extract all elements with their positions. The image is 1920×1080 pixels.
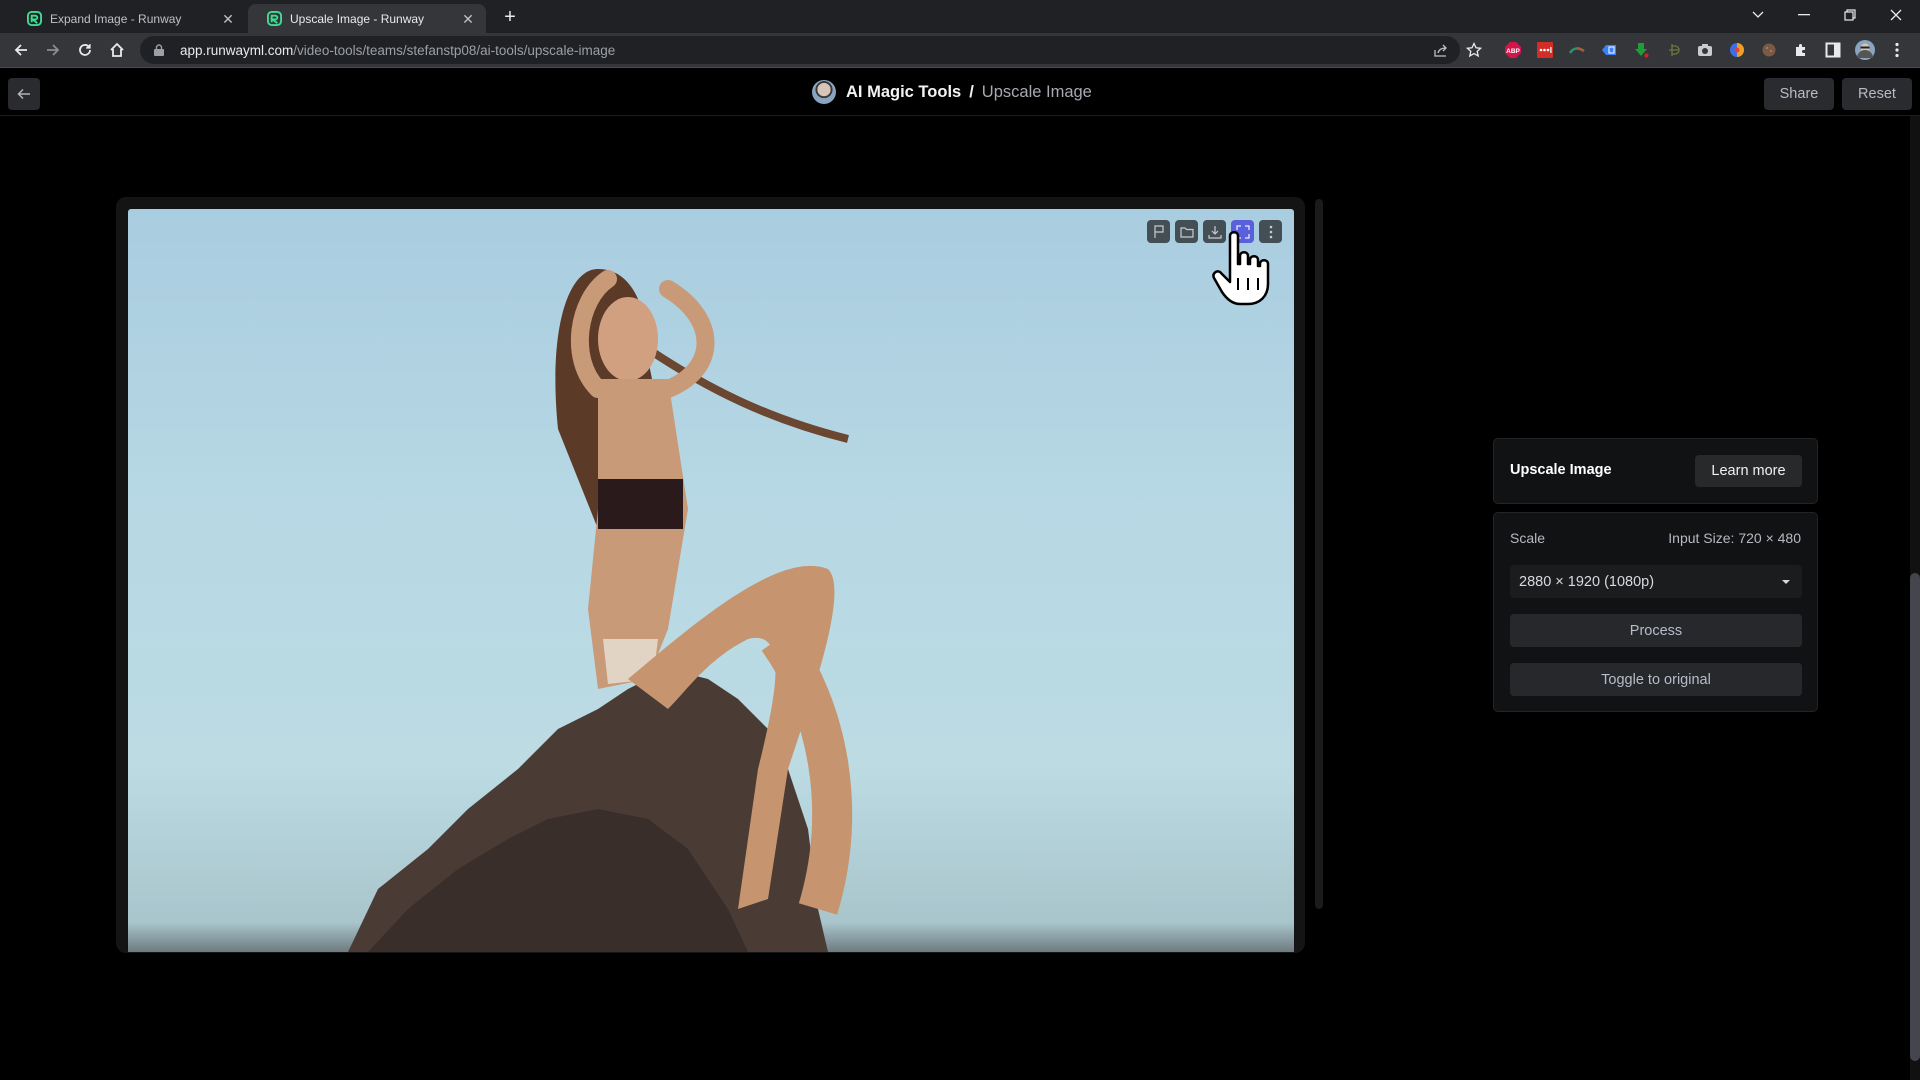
app-header: AI Magic Tools / Upscale Image Share Res… <box>0 68 1920 116</box>
scale-settings-card: Scale Input Size: 720 × 480 2880 × 1920 … <box>1493 512 1818 712</box>
forward-icon[interactable] <box>40 37 66 63</box>
reset-button[interactable]: Reset <box>1842 78 1912 110</box>
download-icon[interactable] <box>1630 39 1652 61</box>
camera-icon[interactable] <box>1694 39 1716 61</box>
new-tab-button[interactable]: + <box>498 6 522 30</box>
learn-more-button[interactable]: Learn more <box>1695 455 1802 487</box>
extension-icon[interactable] <box>1758 39 1780 61</box>
extension-icon[interactable] <box>1726 39 1748 61</box>
bookmark-star-icon[interactable] <box>1463 39 1485 61</box>
folder-icon[interactable] <box>1175 220 1198 243</box>
back-button[interactable] <box>8 78 40 110</box>
scale-select[interactable]: 2880 × 1920 (1080p) <box>1510 565 1802 598</box>
arrow-left-icon <box>17 88 30 100</box>
download-icon[interactable] <box>1203 220 1226 243</box>
browser-menu-icon[interactable] <box>1886 39 1908 61</box>
profile-avatar[interactable] <box>1854 39 1876 61</box>
url-host: app.runwayml.com <box>180 42 294 58</box>
url-path: /video-tools/teams/stefanstp08/ai-tools/… <box>293 42 616 58</box>
tab-title: Upscale Image - Runway <box>290 11 425 26</box>
share-button[interactable]: Share <box>1764 78 1834 110</box>
tab-title: Expand Image - Runway <box>50 11 182 26</box>
flag-icon[interactable] <box>1147 220 1170 243</box>
photo-subject <box>348 269 853 952</box>
tool-info-card: Upscale Image Learn more <box>1493 438 1818 504</box>
breadcrumb: AI Magic Tools / Upscale Image <box>812 80 1092 104</box>
close-tab-icon[interactable]: ✕ <box>220 11 236 27</box>
restore-icon[interactable] <box>1827 0 1873 30</box>
minimize-icon[interactable] <box>1781 0 1827 30</box>
adblock-plus-icon[interactable]: ABP <box>1502 39 1524 61</box>
toggle-original-button[interactable]: Toggle to original <box>1510 663 1802 696</box>
breadcrumb-root-link[interactable]: AI Magic Tools <box>846 83 961 102</box>
runway-logo-icon <box>26 11 42 27</box>
expand-icon[interactable] <box>1231 220 1254 243</box>
input-size-readout: Input Size: 720 × 480 <box>1668 530 1801 546</box>
tab-expand-image[interactable]: Expand Image - Runway ✕ <box>8 4 246 33</box>
close-tab-icon[interactable]: ✕ <box>460 11 476 27</box>
lock-icon <box>152 43 166 57</box>
page-scrollbar-thumb[interactable] <box>1910 573 1920 1061</box>
browser-toolbar: app.runwayml.com /video-tools/teams/stef… <box>0 33 1920 68</box>
svg-text:ABP: ABP <box>1506 48 1520 55</box>
extension-icon[interactable] <box>1566 39 1588 61</box>
scale-label: Scale <box>1510 530 1546 546</box>
team-avatar[interactable] <box>812 80 836 104</box>
image-preview[interactable] <box>128 209 1294 952</box>
tab-search-icon[interactable] <box>1735 0 1781 30</box>
tab-upscale-image[interactable]: Upscale Image - Runway ✕ <box>248 4 486 33</box>
more-vertical-icon[interactable] <box>1259 220 1282 243</box>
sidebar-icon[interactable] <box>1822 39 1844 61</box>
runway-logo-icon <box>266 11 282 27</box>
scale-select-value: 2880 × 1920 (1080p) <box>1519 573 1655 590</box>
home-icon[interactable] <box>104 37 130 63</box>
canvas-scrollbar[interactable] <box>1315 199 1323 909</box>
caret-down-icon <box>1782 579 1790 584</box>
browser-tab-bar: Expand Image - Runway ✕ Upscale Image - … <box>0 0 1920 33</box>
tool-title: Upscale Image <box>1510 462 1612 478</box>
extension-icon[interactable] <box>1662 39 1684 61</box>
extension-icon[interactable] <box>1598 39 1620 61</box>
reload-icon[interactable] <box>72 37 98 63</box>
back-icon[interactable] <box>8 37 34 63</box>
process-button[interactable]: Process <box>1510 614 1802 647</box>
close-window-icon[interactable] <box>1873 0 1919 30</box>
breadcrumb-current: Upscale Image <box>981 82 1092 101</box>
share-icon[interactable] <box>1430 39 1452 61</box>
puzzle-icon[interactable] <box>1790 39 1812 61</box>
breadcrumb-separator: / <box>969 82 974 101</box>
address-bar[interactable]: app.runwayml.com /video-tools/teams/stef… <box>140 36 1460 64</box>
image-toolbar <box>1147 220 1282 243</box>
lastpass-icon[interactable] <box>1534 39 1556 61</box>
